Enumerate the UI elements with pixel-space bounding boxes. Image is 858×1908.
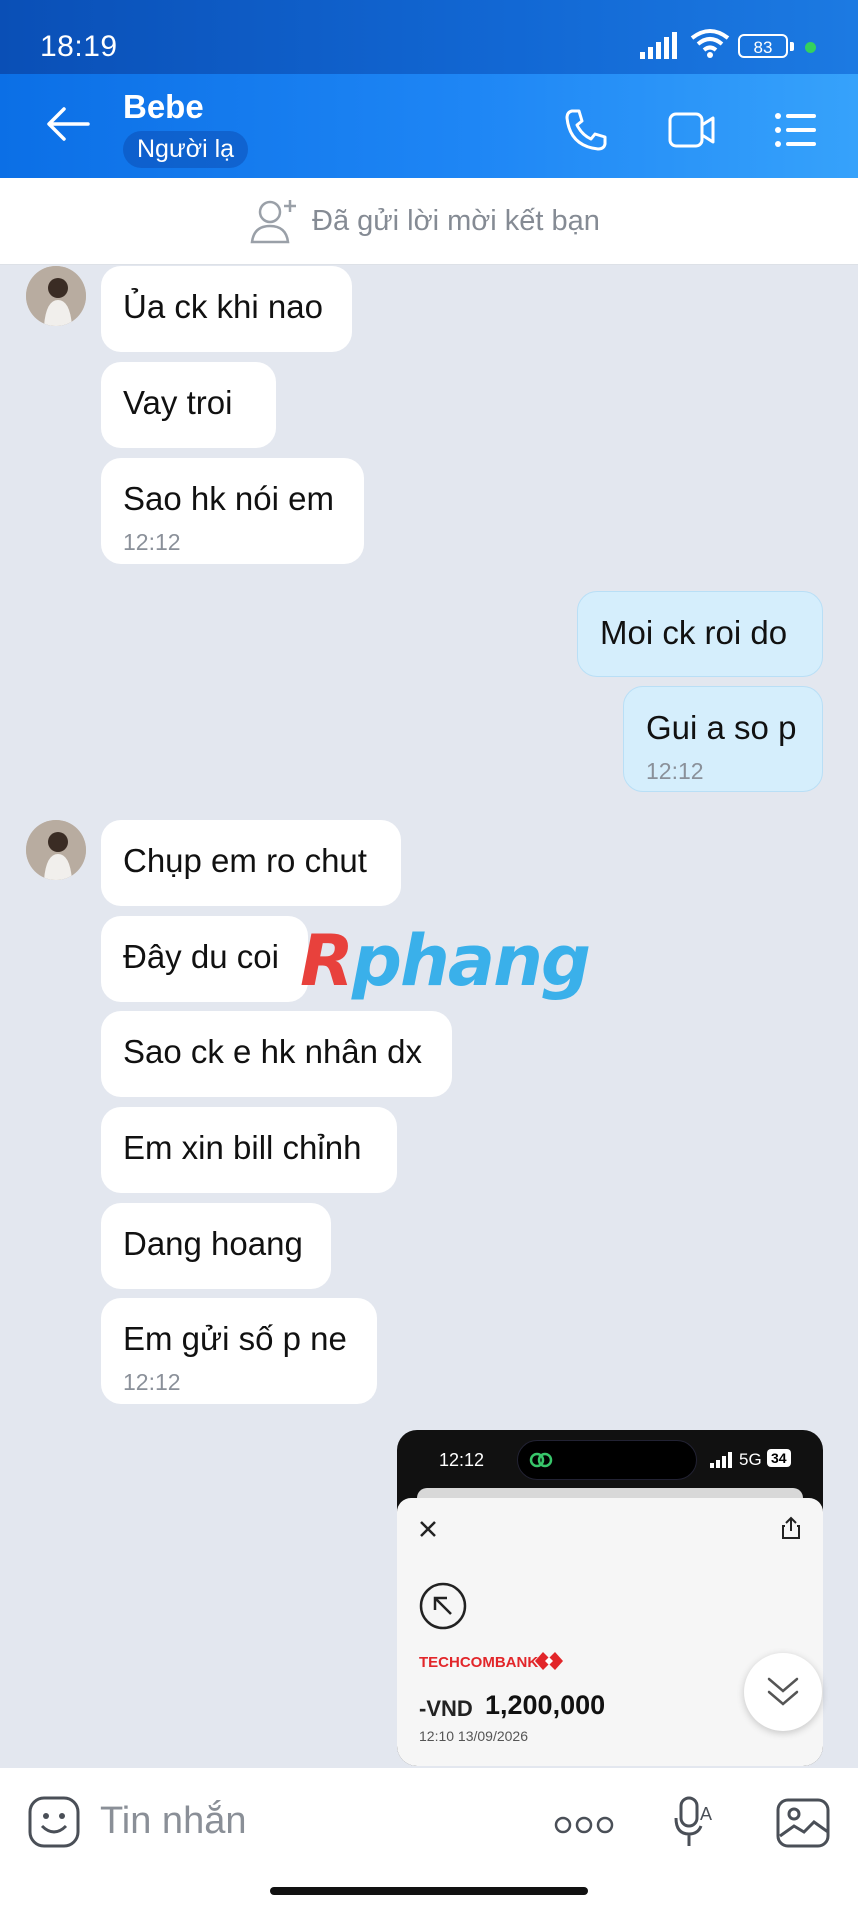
wifi-icon	[690, 29, 730, 58]
image-gallery-icon[interactable]	[776, 1798, 830, 1848]
menu-icon[interactable]	[774, 112, 818, 148]
phone-call-icon[interactable]	[564, 108, 608, 152]
link-icon	[529, 1452, 553, 1468]
status-time: 18:19	[40, 30, 118, 63]
message-time: 12:12	[646, 758, 704, 784]
home-indicator[interactable]	[270, 1887, 588, 1895]
message-bubble[interactable]: Ủa ck khi nao	[101, 266, 352, 352]
bank-name: TECHCOMBANK	[419, 1654, 539, 1671]
image-network: 5G	[739, 1450, 762, 1469]
sticker-icon[interactable]	[28, 1796, 80, 1848]
image-status-time: 12:12	[439, 1450, 485, 1470]
dynamic-island	[517, 1440, 697, 1480]
message-bubble[interactable]: Chụp em ro chut	[101, 820, 401, 906]
signal-icon	[640, 32, 677, 59]
message-input[interactable]: Tin nhắn	[100, 1800, 246, 1843]
share-icon	[782, 1516, 800, 1539]
battery-icon: 83	[738, 34, 794, 58]
double-chevron-down-icon	[767, 1677, 799, 1706]
close-icon	[420, 1521, 436, 1537]
outgoing-arrow-icon	[419, 1582, 467, 1630]
video-call-icon[interactable]	[668, 110, 716, 150]
message-time: 12:12	[123, 529, 181, 555]
amount-currency: -VND	[419, 1696, 473, 1721]
avatar[interactable]	[26, 820, 86, 880]
more-options-icon[interactable]	[554, 1816, 614, 1834]
amount-value: 1,200,000	[485, 1690, 606, 1720]
my-message-bubble[interactable]: Moi ck roi do	[577, 591, 823, 677]
contact-name[interactable]: Bebe	[123, 88, 204, 126]
add-friend-icon	[250, 200, 296, 244]
back-arrow-icon[interactable]	[46, 106, 90, 142]
message-bubble[interactable]: Vay troi	[101, 362, 276, 448]
scroll-to-bottom-button[interactable]	[744, 1653, 822, 1731]
svg-text:A: A	[700, 1804, 712, 1824]
message-bubble[interactable]: Em xin bill chỉnh	[101, 1107, 397, 1193]
image-battery: 34	[767, 1449, 791, 1467]
watermark-logo: Rphang	[300, 920, 591, 1002]
status-bar: 18:19 83	[0, 0, 858, 74]
message-bubble[interactable]: Đây du coi	[101, 916, 308, 1002]
message-bubble[interactable]: Sao hk nói em 12:12	[101, 458, 364, 564]
privacy-dot	[805, 42, 816, 53]
transaction-datetime: 12:10 13/09/2026	[419, 1728, 528, 1744]
receipt-card: TECHCOMBANK -VND 1,200,000 12:10 13/09/2…	[397, 1498, 823, 1766]
friend-request-banner: Đã gửi lời mời kết bạn	[0, 178, 858, 265]
my-message-bubble[interactable]: Gui a so p 12:12	[623, 686, 823, 792]
stranger-badge: Người lạ	[123, 131, 249, 168]
bank-logo-icon	[535, 1652, 563, 1670]
message-bubble[interactable]: Em gửi số p ne 12:12	[101, 1298, 377, 1404]
voice-to-text-icon[interactable]: A	[674, 1796, 716, 1850]
message-bubble[interactable]: Dang hoang	[101, 1203, 331, 1289]
message-bubble[interactable]: Sao ck e hk nhân dx	[101, 1011, 452, 1097]
message-time: 12:12	[123, 1369, 181, 1395]
friend-request-text: Đã gửi lời mời kết bạn	[312, 205, 600, 237]
avatar[interactable]	[26, 266, 86, 326]
image-signal-icon	[710, 1452, 732, 1468]
